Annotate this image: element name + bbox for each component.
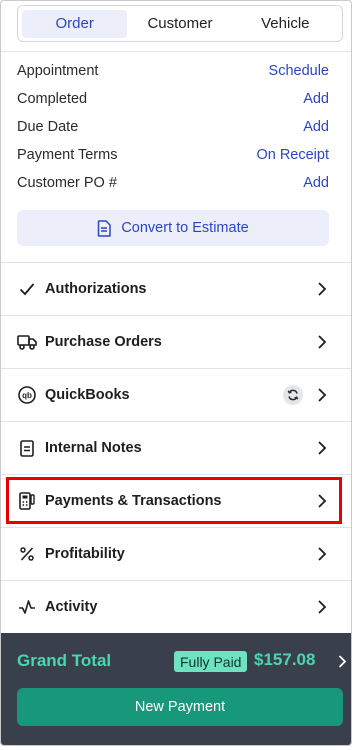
chevron-right-icon <box>318 388 327 402</box>
add-completed-link[interactable]: Add <box>303 91 329 107</box>
chevron-right-icon[interactable] <box>338 655 347 668</box>
order-sections-list: Authorizations Purchase Orders qb QuickB… <box>1 262 351 633</box>
percent-icon <box>17 544 37 564</box>
payment-terms-link[interactable]: On Receipt <box>256 147 329 163</box>
nav-item-label: Purchase Orders <box>45 334 162 350</box>
tab-order[interactable]: Order <box>22 9 128 38</box>
payment-terminal-icon <box>17 491 37 511</box>
svg-text:qb: qb <box>22 391 32 400</box>
activity-icon <box>17 597 37 617</box>
convert-label: Convert to Estimate <box>121 220 249 236</box>
chevron-right-icon <box>318 441 327 455</box>
due-date-row: Due Date Add <box>17 113 329 141</box>
sync-icon[interactable] <box>283 385 303 405</box>
payment-terms-row: Payment Terms On Receipt <box>17 141 329 169</box>
chevron-right-icon <box>318 282 327 296</box>
chevron-right-icon <box>318 600 327 614</box>
chevron-right-icon <box>318 335 327 349</box>
nav-item-internal-notes[interactable]: Internal Notes <box>1 421 351 474</box>
tab-vehicle[interactable]: Vehicle <box>233 10 338 38</box>
order-footer: Grand Total Fully Paid $157.08 New Payme… <box>1 633 351 745</box>
grand-total-label: Grand Total <box>17 651 112 670</box>
customer-po-row: Customer PO # Add <box>17 169 329 197</box>
nav-item-label: Profitability <box>45 546 125 562</box>
document-icon <box>98 219 112 237</box>
divider <box>1 51 351 52</box>
appointment-label: Appointment <box>17 63 99 79</box>
appointment-row: Appointment Schedule <box>17 57 329 85</box>
new-payment-button[interactable]: New Payment <box>17 688 343 726</box>
notes-icon <box>17 438 37 458</box>
customer-po-label: Customer PO # <box>17 175 117 191</box>
status-badge: Fully Paid <box>174 651 248 672</box>
chevron-right-icon <box>318 494 327 508</box>
nav-item-purchase-orders[interactable]: Purchase Orders <box>1 315 351 368</box>
due-date-label: Due Date <box>17 119 79 135</box>
completed-label: Completed <box>17 91 88 107</box>
nav-item-authorizations[interactable]: Authorizations <box>1 262 351 315</box>
tab-customer[interactable]: Customer <box>127 10 232 38</box>
convert-to-estimate-button[interactable]: Convert to Estimate <box>17 210 329 246</box>
checkmark-icon <box>17 279 37 299</box>
nav-item-activity[interactable]: Activity <box>1 580 351 633</box>
nav-item-label: QuickBooks <box>45 387 130 403</box>
nav-item-label: Activity <box>45 599 98 615</box>
quickbooks-icon: qb <box>17 385 37 405</box>
nav-item-label: Payments & Transactions <box>45 493 222 509</box>
chevron-right-icon <box>318 547 327 561</box>
payment-terms-label: Payment Terms <box>17 147 118 163</box>
nav-item-payments-transactions[interactable]: Payments & Transactions <box>1 474 351 527</box>
order-details: Appointment Schedule Completed Add Due D… <box>17 57 329 197</box>
tab-bar: Order Customer Vehicle <box>17 5 343 42</box>
truck-icon <box>17 332 37 352</box>
nav-item-label: Internal Notes <box>45 440 142 456</box>
nav-item-label: Authorizations <box>45 281 147 297</box>
nav-item-quickbooks[interactable]: qb QuickBooks <box>1 368 351 421</box>
completed-row: Completed Add <box>17 85 329 113</box>
nav-item-profitability[interactable]: Profitability <box>1 527 351 580</box>
grand-total-amount: $157.08 <box>254 650 316 669</box>
add-due-date-link[interactable]: Add <box>303 119 329 135</box>
schedule-link[interactable]: Schedule <box>269 63 329 79</box>
add-customer-po-link[interactable]: Add <box>303 175 329 191</box>
order-panel: Order Customer Vehicle Appointment Sched… <box>0 0 352 746</box>
